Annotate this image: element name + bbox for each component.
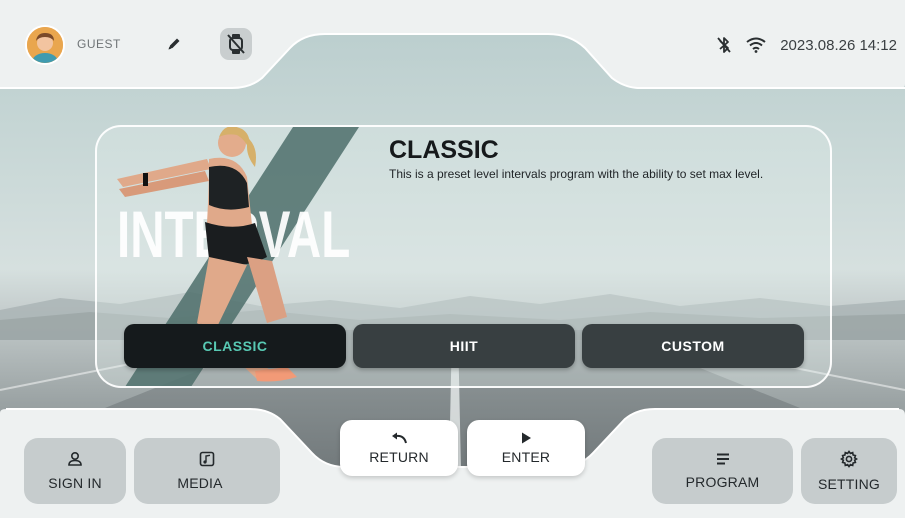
list-icon — [716, 453, 729, 465]
user-name: GUEST — [77, 37, 121, 51]
pencil-icon — [168, 38, 180, 50]
wifi-icon — [746, 37, 766, 53]
setting-button[interactable]: SETTING — [801, 438, 897, 504]
enter-label: ENTER — [501, 449, 551, 465]
watch-disconnected-icon — [227, 34, 245, 54]
gear-icon — [840, 450, 858, 468]
user-avatar[interactable] — [25, 25, 65, 65]
music-note-icon — [199, 451, 215, 467]
play-icon — [522, 432, 531, 444]
tab-hiit[interactable]: HIIT — [353, 324, 575, 368]
program-label: PROGRAM — [685, 474, 760, 490]
program-description: This is a preset level intervals program… — [389, 167, 764, 181]
bottom-bar: SIGN IN MEDIA RETURN ENTER PROGRAM SETTI… — [0, 405, 905, 518]
person-icon — [68, 451, 82, 466]
return-label: RETURN — [369, 449, 429, 465]
avatar-icon — [27, 27, 63, 63]
program-button[interactable]: PROGRAM — [652, 438, 793, 504]
program-tabs: CLASSIC HIIT CUSTOM — [124, 324, 804, 368]
status-area: 2023.08.26 14:12 — [716, 35, 897, 55]
sign-in-label: SIGN IN — [48, 475, 102, 491]
tab-classic[interactable]: CLASSIC — [124, 324, 346, 368]
program-title: CLASSIC — [389, 136, 499, 164]
return-button[interactable]: RETURN — [340, 420, 458, 476]
date-time: 2023.08.26 14:12 — [780, 36, 897, 54]
top-bar: GUEST 2023.08.26 14:12 — [0, 0, 905, 92]
tab-custom[interactable]: CUSTOM — [582, 324, 804, 368]
return-arrow-icon — [392, 432, 407, 444]
program-panel: INTERVAL CLASSIC This is a preset level … — [95, 125, 832, 388]
edit-profile-button[interactable] — [162, 32, 186, 56]
media-button[interactable]: MEDIA — [134, 438, 280, 504]
sign-in-button[interactable]: SIGN IN — [24, 438, 126, 504]
enter-button[interactable]: ENTER — [467, 420, 585, 476]
setting-label: SETTING — [817, 476, 881, 492]
bluetooth-off-icon — [717, 37, 731, 53]
media-label: MEDIA — [177, 475, 223, 491]
watch-connect-button[interactable] — [220, 28, 252, 60]
